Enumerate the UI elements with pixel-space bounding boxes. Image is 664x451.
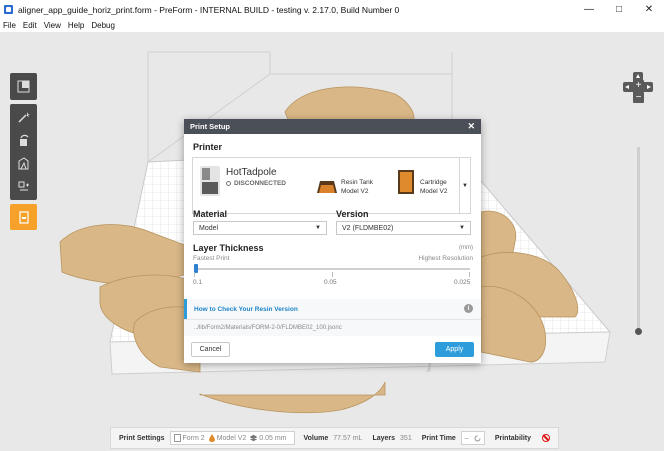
scale-to-fit-icon [17,80,30,93]
menu-help[interactable]: Help [68,21,84,30]
tick-mark [469,272,470,277]
printer-selector[interactable]: HotTadpole DISCONNECTED Resin Tank Model… [192,157,471,214]
info-icon[interactable]: i [464,304,473,313]
print-icon [18,210,29,224]
left-toolbar [10,73,37,230]
material-select[interactable]: Model ▼ [193,221,327,235]
printability-blocked-icon[interactable] [542,434,551,442]
supports-tool[interactable] [10,175,37,198]
cancel-button[interactable]: Cancel [191,342,230,357]
print-time-value: – [464,434,469,442]
title-bar: aligner_app_guide_horiz_print.form - Pre… [0,0,664,19]
dialog-title: Print Setup [190,122,231,131]
menu-view[interactable]: View [44,21,61,30]
printer-name: HotTadpole [226,167,277,178]
material-file-path: ../lib/Form2/Materials/FORM-2-0/FLDMBE02… [184,319,481,336]
status-printer: Form 2 [182,434,205,442]
menu-bar: File Edit View Help Debug [0,19,664,32]
cartridge-line2: Model V2 [420,188,448,195]
version-heading: Version [336,209,369,219]
printability-label: Printability [494,434,532,442]
orient-icon [18,157,29,170]
volume-value: 77.57 mL [333,434,363,442]
layer-thickness-slider[interactable] [194,268,470,270]
resin-tank-label: Resin Tank Model V2 [341,178,373,196]
tick-mark [194,272,195,277]
cartridge-line1: Cartridge [420,179,447,186]
cartridge-label: Cartridge Model V2 [420,178,447,196]
form2-printer-icon [200,166,220,196]
material-heading: Material [193,209,228,219]
aligner-model [199,381,386,414]
window-title: aligner_app_guide_horiz_print.form - Pre… [18,4,400,15]
dialog-header: Print Setup [184,119,481,134]
resin-version-help-row: How to Check Your Resin Version i [184,299,481,319]
preform-app-icon [4,5,13,14]
resin-tank-icon [317,181,337,193]
maximize-button[interactable]: □ [604,0,634,19]
orient-tool[interactable] [10,152,37,175]
apply-button[interactable]: Apply [435,342,474,357]
supports-icon [18,181,29,191]
zoom-slider[interactable] [637,147,640,332]
printer-status: DISCONNECTED [226,180,286,187]
tick-label-0.05: 0.05 [324,279,337,286]
tick-label-0.025: 0.025 [454,279,471,286]
printer-status-text: DISCONNECTED [234,180,287,187]
version-select[interactable]: V2 (FLDMBE02) ▼ [336,221,471,235]
menu-edit[interactable]: Edit [23,21,37,30]
volume-label: Volume [303,434,329,442]
tick-label-0.1: 0.1 [193,279,203,286]
layers-icon [250,434,258,442]
print-time-box[interactable]: – [460,431,485,445]
resin-version-help-link[interactable]: How to Check Your Resin Version [194,306,298,313]
close-window-button[interactable]: ✕ [634,0,664,19]
zoom-in-button[interactable]: + [633,80,644,91]
magic-wand-tool[interactable] [10,106,37,129]
zoom-slider-handle[interactable] [635,328,642,335]
print-settings-label: Print Settings [119,434,165,442]
magic-wand-icon [18,112,30,123]
highest-resolution-label: Highest Resolution [418,255,473,262]
layer-unit-label: (mm) [459,245,473,251]
menu-file[interactable]: File [3,21,16,30]
layers-label: Layers [372,434,396,442]
refresh-icon [474,435,481,441]
chevron-down-icon: ▼ [315,225,321,231]
disconnected-ring-icon [226,181,231,186]
tick-mark [332,272,333,277]
status-material: Model V2 [216,434,247,442]
layer-thickness-heading: Layer Thickness [193,243,264,253]
zoom-out-button[interactable]: − [633,92,644,103]
print-setup-tool[interactable] [10,204,37,230]
printer-dropdown-arrow[interactable]: ▼ [459,158,470,213]
material-select-value: Model [199,224,219,232]
menu-debug[interactable]: Debug [91,21,115,30]
rotate-tool[interactable] [10,129,37,152]
rotate-icon [20,134,29,146]
minimize-button[interactable]: — [574,0,604,19]
dialog-close-button[interactable]: ✕ [467,121,475,132]
resin-tank-line1: Resin Tank [341,179,374,186]
print-time-label: Print Time [421,434,456,442]
print-settings-chip[interactable]: Form 2 Model V2 0.05 mm [169,431,295,445]
cartridge-icon [398,170,414,194]
print-setup-dialog: Print Setup ✕ Printer HotTadpole DISCONN… [184,119,481,363]
printer-heading: Printer [193,142,223,152]
resin-drop-icon [208,434,215,442]
chevron-down-icon: ▼ [459,225,465,231]
fastest-print-label: Fastest Print [193,255,230,262]
resin-tank-line2: Model V2 [341,188,369,195]
layers-value: 351 [400,434,412,442]
print-status-bar: Print Settings Form 2 Model V2 0.05 mm V… [110,427,559,449]
status-layer-thickness: 0.05 mm [259,434,287,442]
version-select-value: V2 (FLDMBE02) [342,224,394,232]
scale-to-fit-tool[interactable] [10,75,37,98]
printer-icon [173,434,181,442]
